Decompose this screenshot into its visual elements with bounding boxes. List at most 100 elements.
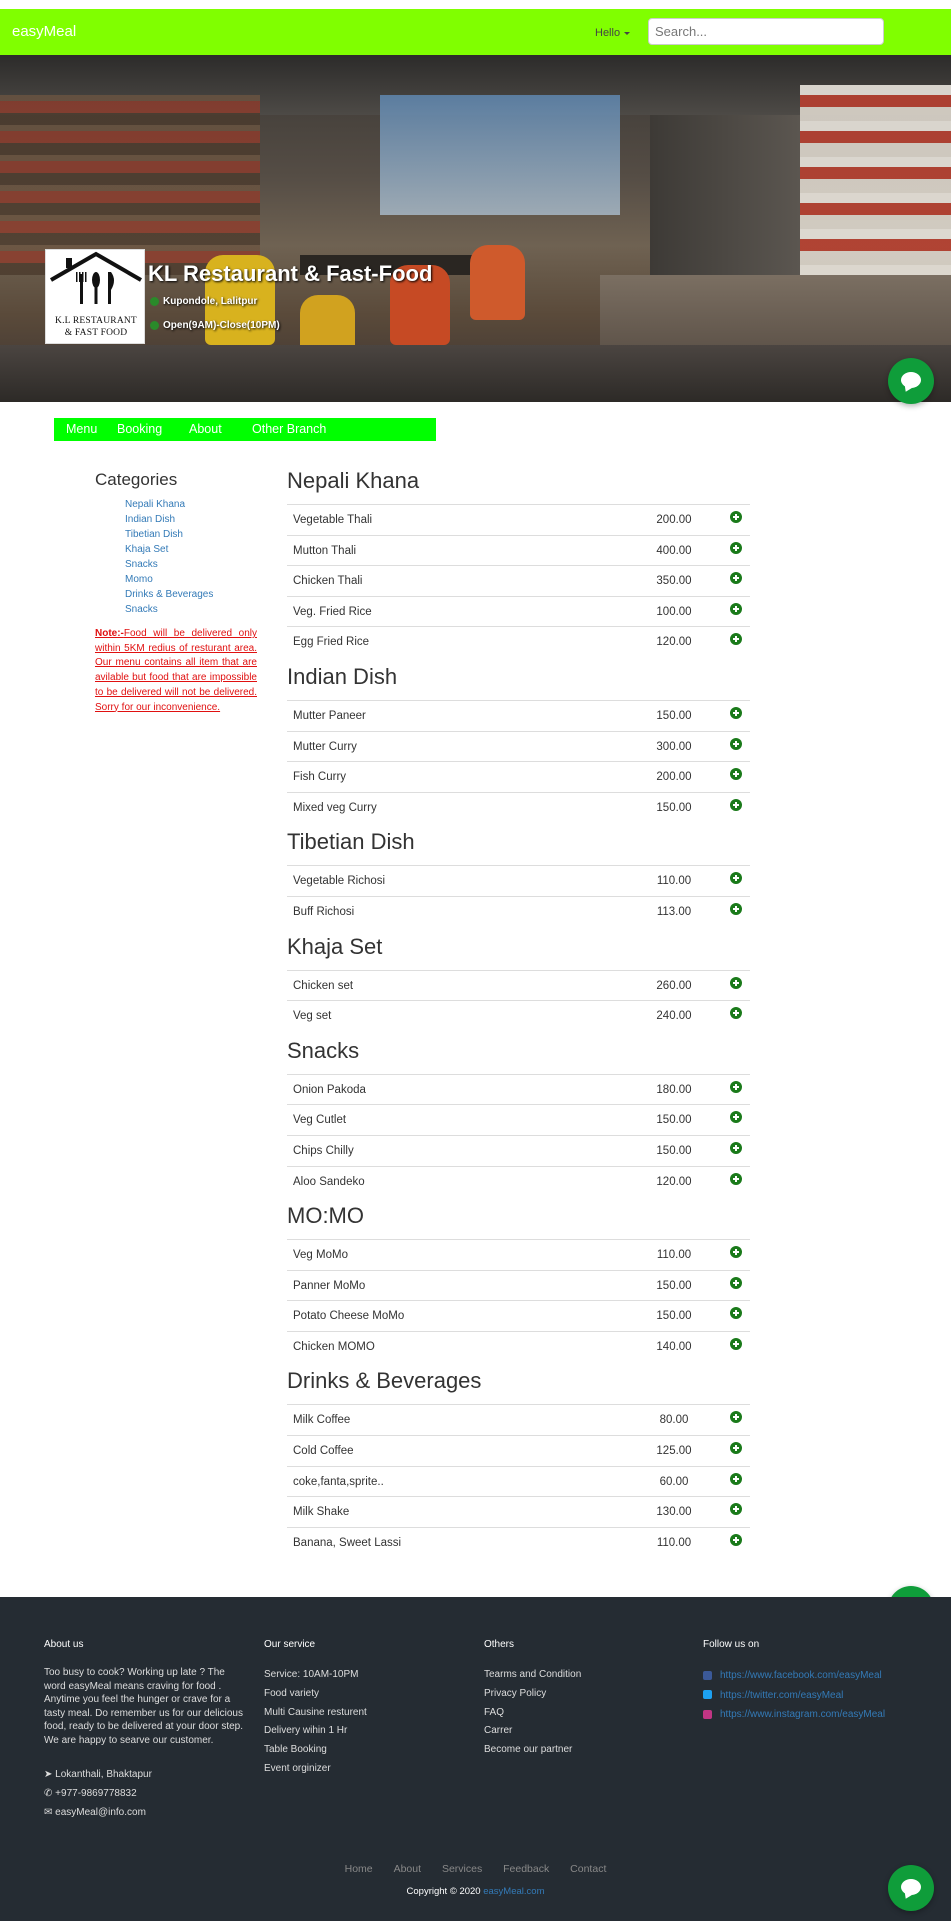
add-to-cart-icon[interactable] bbox=[730, 768, 742, 781]
footer-nav-services[interactable]: Services bbox=[442, 1863, 482, 1875]
chat-button[interactable] bbox=[888, 358, 934, 404]
add-to-cart-icon[interactable] bbox=[730, 1172, 742, 1185]
tab-booking[interactable]: Booking bbox=[117, 422, 162, 436]
search-input[interactable] bbox=[648, 18, 884, 45]
add-to-cart-icon[interactable] bbox=[730, 1442, 742, 1455]
restaurant-location-text: Kupondole, Lalitpur bbox=[163, 296, 258, 307]
category-link-tibetian-dish[interactable]: Tibetian Dish bbox=[125, 527, 257, 542]
footer-link-career[interactable]: Carrer bbox=[484, 1722, 684, 1741]
tab-menu[interactable]: Menu bbox=[66, 422, 97, 436]
add-to-cart-icon[interactable] bbox=[730, 737, 742, 750]
menu-item-name: Mutter Curry bbox=[293, 740, 357, 753]
add-to-cart-icon[interactable] bbox=[730, 511, 742, 523]
add-to-cart-icon[interactable] bbox=[730, 1503, 742, 1516]
footer-nav-contact[interactable]: Contact bbox=[570, 1863, 606, 1875]
add-to-cart-icon[interactable] bbox=[730, 1411, 742, 1424]
category-link-snacks-2[interactable]: Snacks bbox=[125, 602, 257, 617]
menu-item-row: Mutton Thali 400.00 bbox=[287, 534, 750, 566]
add-to-cart-icon[interactable] bbox=[730, 1337, 742, 1350]
category-link-drinks[interactable]: Drinks & Beverages bbox=[125, 587, 257, 602]
footer-link-privacy[interactable]: Privacy Policy bbox=[484, 1685, 684, 1704]
add-to-cart-icon[interactable] bbox=[730, 1533, 742, 1546]
footer-link-faq[interactable]: FAQ bbox=[484, 1704, 684, 1723]
tab-other-branch[interactable]: Other Branch bbox=[252, 422, 326, 436]
add-to-cart-icon[interactable] bbox=[730, 1472, 742, 1485]
instagram-link[interactable]: https://www.instagram.com/easyMeal bbox=[703, 1705, 943, 1725]
footer-nav-about[interactable]: About bbox=[394, 1863, 421, 1875]
add-to-cart-icon[interactable] bbox=[730, 572, 742, 585]
menu-section: Indian Dish Mutter Paneer 150.00 Mutter Cur… bbox=[287, 663, 750, 822]
menu-item-price: 180.00 bbox=[656, 1083, 692, 1096]
add-to-cart-icon[interactable] bbox=[730, 633, 742, 646]
menu-item-price: 200.00 bbox=[656, 514, 692, 526]
category-link-indian-dish[interactable]: Indian Dish bbox=[125, 512, 257, 527]
page-footer: About us Too busy to cook? Working up la… bbox=[0, 1597, 951, 1921]
add-to-cart-icon[interactable] bbox=[730, 1276, 742, 1289]
tab-about[interactable]: About bbox=[189, 422, 222, 436]
chat-icon bbox=[901, 372, 921, 388]
twitter-link[interactable]: https://twitter.com/easyMeal bbox=[703, 1686, 943, 1706]
add-to-cart-icon[interactable] bbox=[730, 976, 742, 989]
menu-item-name: Chips Chilly bbox=[293, 1144, 354, 1157]
clock-icon bbox=[150, 320, 159, 330]
category-link-nepali-khana[interactable]: Nepali Khana bbox=[125, 497, 257, 512]
top-navbar: easyMeal Hello bbox=[0, 9, 951, 55]
restaurant-logo: K.L RESTAURANT & FAST FOOD bbox=[45, 249, 145, 344]
brand-link[interactable]: easyMeal bbox=[12, 23, 76, 40]
category-link-khaja-set[interactable]: Khaja Set bbox=[125, 542, 257, 557]
menu-item-price: 120.00 bbox=[656, 1175, 692, 1188]
footer-service-item: Service: 10AM-10PM bbox=[264, 1669, 359, 1680]
user-dropdown[interactable]: Hello bbox=[595, 27, 631, 39]
menu-item-row: Panner MoMo 150.00 bbox=[287, 1269, 750, 1301]
add-to-cart-icon[interactable] bbox=[730, 1111, 742, 1124]
delivery-note-text: Food will be delivered only within 5KM r… bbox=[95, 628, 257, 713]
footer-nav-home[interactable]: Home bbox=[345, 1863, 373, 1875]
menu-item-name: Chicken Thali bbox=[293, 575, 363, 588]
menu-item-price: 150.00 bbox=[656, 709, 692, 722]
menu-item-price: 150.00 bbox=[656, 1279, 692, 1292]
add-to-cart-icon[interactable] bbox=[730, 902, 742, 915]
add-to-cart-icon[interactable] bbox=[730, 541, 742, 554]
add-to-cart-icon[interactable] bbox=[730, 798, 742, 811]
menu-item-price: 240.00 bbox=[656, 1010, 692, 1023]
footer-service-item: Multi Causine resturent bbox=[264, 1706, 367, 1718]
add-to-cart-icon[interactable] bbox=[730, 1246, 742, 1259]
menu-item-price: 150.00 bbox=[656, 1114, 692, 1127]
footer-link-partner[interactable]: Become our partner bbox=[484, 1741, 684, 1760]
menu-item-price: 100.00 bbox=[656, 605, 692, 618]
menu-section: Drinks & Beverages Milk Coffee 80.00 Cold C… bbox=[287, 1367, 750, 1557]
footer-service-item: Food variety bbox=[264, 1687, 320, 1699]
menu-item-row: Vegetable Richosi 110.00 bbox=[287, 865, 750, 896]
menu-item-row: Potato Cheese MoMo 150.00 bbox=[287, 1300, 750, 1331]
facebook-link[interactable]: https://www.facebook.com/easyMeal bbox=[703, 1666, 943, 1686]
chat-button[interactable] bbox=[888, 1865, 934, 1911]
menu-item-name: Veg set bbox=[293, 1010, 332, 1023]
footer-follow-title: Follow us on bbox=[703, 1639, 760, 1650]
footer-nav-feedback[interactable]: Feedback bbox=[503, 1863, 549, 1875]
delivery-note-label: Note:- bbox=[95, 628, 124, 639]
footer-phone: ✆ +977-9869778832 bbox=[44, 1784, 244, 1803]
menu-item-name: Fish Curry bbox=[293, 771, 347, 784]
menu-item-name: Banana, Sweet Lassi bbox=[293, 1536, 402, 1549]
add-to-cart-icon[interactable] bbox=[730, 1141, 742, 1154]
category-link-momo[interactable]: Momo bbox=[125, 572, 257, 587]
twitter-icon bbox=[703, 1690, 712, 1700]
menu-item-price: 200.00 bbox=[656, 771, 692, 784]
add-to-cart-icon[interactable] bbox=[730, 1007, 742, 1020]
menu-item-price: 350.00 bbox=[656, 575, 692, 588]
add-to-cart-icon[interactable] bbox=[730, 706, 742, 719]
footer-link-terms[interactable]: Tearms and Condition bbox=[484, 1666, 684, 1685]
add-to-cart-icon[interactable] bbox=[730, 1080, 742, 1093]
copyright-link[interactable]: easyMeal.com bbox=[483, 1886, 544, 1897]
menu-item-row: Veg set 240.00 bbox=[287, 1000, 750, 1031]
menu-section: Nepali Khana Vegetable Thali 200.00 Mutton … bbox=[287, 467, 750, 657]
menu-item-row: Milk Coffee 80.00 bbox=[287, 1404, 750, 1435]
add-to-cart-icon[interactable] bbox=[730, 872, 742, 885]
add-to-cart-icon[interactable] bbox=[730, 1307, 742, 1320]
menu-item-row: Mixed veg Curry 150.00 bbox=[287, 791, 750, 823]
restaurant-hours: Open(9AM)-Close(10PM) bbox=[150, 320, 280, 331]
footer-about-text: Too busy to cook? Working up late ? The … bbox=[44, 1667, 244, 1746]
add-to-cart-icon[interactable] bbox=[730, 602, 742, 615]
category-link-snacks[interactable]: Snacks bbox=[125, 557, 257, 572]
logo-text-line1: K.L RESTAURANT bbox=[55, 316, 137, 326]
